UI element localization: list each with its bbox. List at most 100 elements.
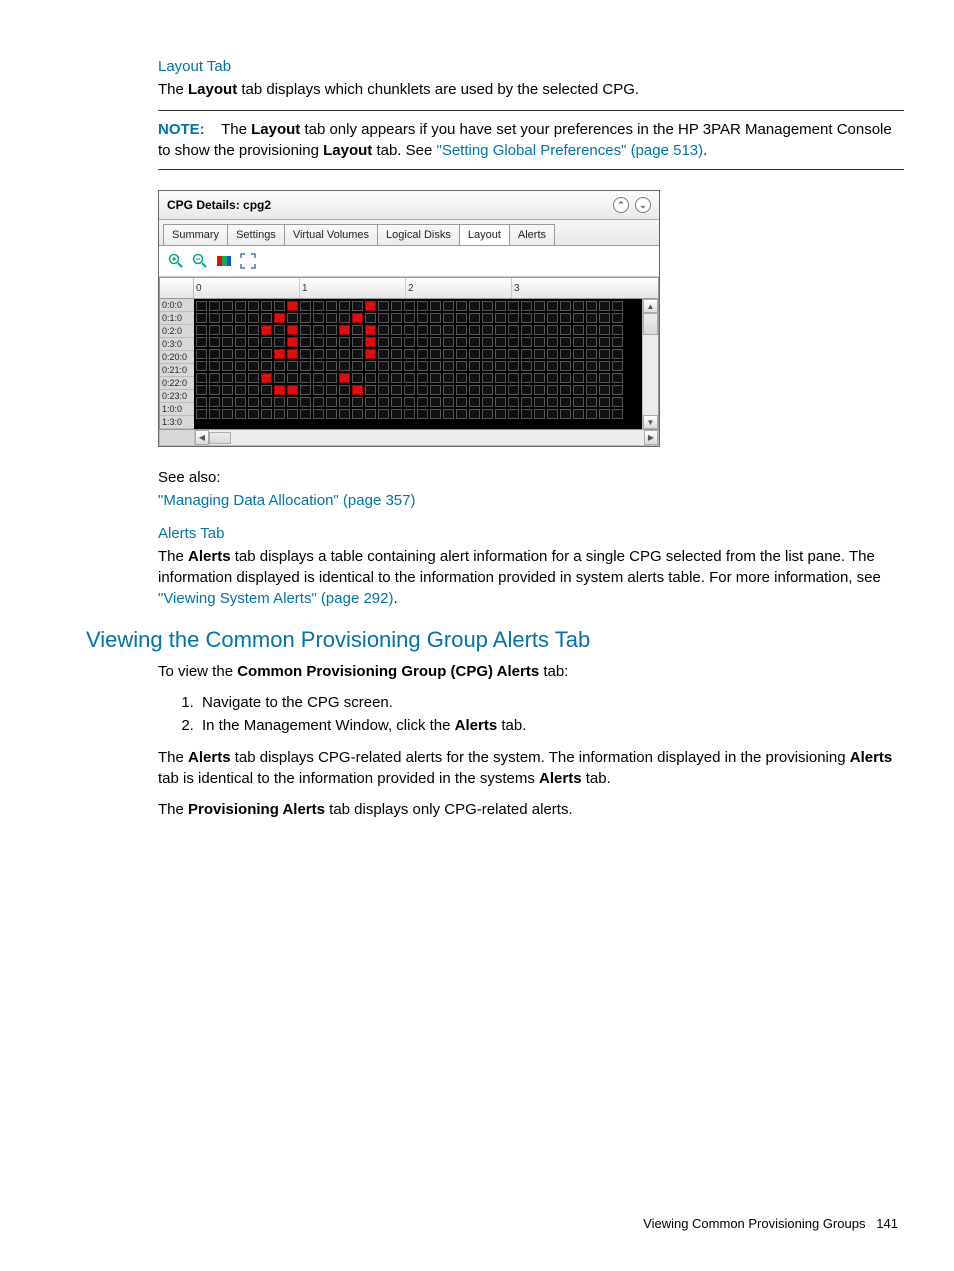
chunklet-cell[interactable] bbox=[222, 337, 233, 347]
chunklet-cell[interactable] bbox=[300, 313, 311, 323]
chunklet-cell[interactable] bbox=[599, 337, 610, 347]
chunklet-cell[interactable] bbox=[326, 349, 337, 359]
chunklet-cell[interactable] bbox=[469, 385, 480, 395]
chunklet-cell[interactable] bbox=[612, 337, 623, 347]
chunklet-cell[interactable] bbox=[339, 301, 350, 311]
chunklet-cell[interactable] bbox=[560, 349, 571, 359]
vertical-scrollbar[interactable]: ▲ ▼ bbox=[642, 299, 658, 429]
chunklet-cell[interactable] bbox=[313, 409, 324, 419]
tab-logical-disks[interactable]: Logical Disks bbox=[377, 224, 460, 245]
chunklet-cell[interactable] bbox=[469, 313, 480, 323]
chunklet-cell[interactable] bbox=[196, 385, 207, 395]
chunklet-cell[interactable] bbox=[313, 373, 324, 383]
chunklet-cell[interactable] bbox=[404, 313, 415, 323]
chunklet-cell[interactable] bbox=[326, 385, 337, 395]
chunklet-cell[interactable] bbox=[534, 373, 545, 383]
chunklet-cell[interactable] bbox=[300, 301, 311, 311]
tab-layout[interactable]: Layout bbox=[459, 224, 510, 245]
expand-corners-icon[interactable] bbox=[239, 252, 257, 270]
chunklet-cell[interactable] bbox=[326, 325, 337, 335]
chunklet-cell[interactable] bbox=[612, 361, 623, 371]
scroll-left-arrow-icon[interactable]: ◀ bbox=[195, 430, 209, 445]
chunklet-cell[interactable] bbox=[521, 301, 532, 311]
chunklet-cell[interactable] bbox=[404, 349, 415, 359]
chunklet-cell[interactable] bbox=[443, 313, 454, 323]
chunklet-cell[interactable] bbox=[365, 337, 376, 347]
chunklet-cell[interactable] bbox=[287, 337, 298, 347]
chunklet-cell[interactable] bbox=[261, 337, 272, 347]
chunklet-cell[interactable] bbox=[495, 301, 506, 311]
chunklet-cell[interactable] bbox=[430, 349, 441, 359]
chunklet-cell[interactable] bbox=[196, 373, 207, 383]
chunklet-cell[interactable] bbox=[547, 313, 558, 323]
chunklet-cell[interactable] bbox=[313, 385, 324, 395]
chunklet-cell[interactable] bbox=[287, 361, 298, 371]
chunklet-cell[interactable] bbox=[235, 337, 246, 347]
chunklet-cell[interactable] bbox=[300, 385, 311, 395]
see-also-link[interactable]: "Managing Data Allocation" (page 357) bbox=[158, 492, 415, 509]
chunklet-cell[interactable] bbox=[196, 313, 207, 323]
chunklet-cell[interactable] bbox=[560, 385, 571, 395]
chunklet-cell[interactable] bbox=[534, 361, 545, 371]
chunklet-cell[interactable] bbox=[443, 373, 454, 383]
chunklet-cell[interactable] bbox=[274, 409, 285, 419]
tab-summary[interactable]: Summary bbox=[163, 224, 228, 245]
chunklet-cell[interactable] bbox=[547, 349, 558, 359]
chunklet-cell[interactable] bbox=[339, 373, 350, 383]
chunklet-cell[interactable] bbox=[430, 325, 441, 335]
chunklet-cell[interactable] bbox=[547, 337, 558, 347]
chunklet-cell[interactable] bbox=[222, 361, 233, 371]
chunklet-cell[interactable] bbox=[534, 325, 545, 335]
chunklet-cell[interactable] bbox=[274, 385, 285, 395]
chunklet-cell[interactable] bbox=[404, 397, 415, 407]
chunklet-cell[interactable] bbox=[482, 361, 493, 371]
chunklet-cell[interactable] bbox=[300, 373, 311, 383]
chunklet-cell[interactable] bbox=[378, 325, 389, 335]
chunklet-cell[interactable] bbox=[391, 361, 402, 371]
chunklet-cell[interactable] bbox=[365, 361, 376, 371]
chunklet-cell[interactable] bbox=[274, 361, 285, 371]
chunklet-cell[interactable] bbox=[482, 313, 493, 323]
chunklet-cell[interactable] bbox=[534, 337, 545, 347]
chunklet-cell[interactable] bbox=[313, 325, 324, 335]
chunklet-cell[interactable] bbox=[261, 385, 272, 395]
chunklet-cell[interactable] bbox=[222, 301, 233, 311]
chunklet-cell[interactable] bbox=[248, 325, 259, 335]
chunklet-cell[interactable] bbox=[443, 397, 454, 407]
chunklet-cell[interactable] bbox=[339, 337, 350, 347]
chunklet-cell[interactable] bbox=[248, 409, 259, 419]
tab-settings[interactable]: Settings bbox=[227, 224, 285, 245]
scroll-thumb-h[interactable] bbox=[209, 432, 231, 444]
chunklet-cell[interactable] bbox=[573, 409, 584, 419]
chunklet-cell[interactable] bbox=[365, 325, 376, 335]
chunklet-cell[interactable] bbox=[456, 373, 467, 383]
chunklet-cell[interactable] bbox=[209, 337, 220, 347]
chunklet-cell[interactable] bbox=[521, 409, 532, 419]
chunklet-cell[interactable] bbox=[482, 325, 493, 335]
chunklet-cell[interactable] bbox=[443, 349, 454, 359]
chunklet-cell[interactable] bbox=[495, 313, 506, 323]
chunklet-cell[interactable] bbox=[508, 409, 519, 419]
chunklet-cell[interactable] bbox=[534, 385, 545, 395]
chunklet-cell[interactable] bbox=[235, 313, 246, 323]
collapse-icon[interactable]: ⌃ bbox=[613, 197, 629, 213]
chunklet-cell[interactable] bbox=[209, 301, 220, 311]
chunklet-cell[interactable] bbox=[508, 361, 519, 371]
chunklet-cell[interactable] bbox=[417, 409, 428, 419]
chunklet-cell[interactable] bbox=[352, 313, 363, 323]
chunklet-cell[interactable] bbox=[326, 397, 337, 407]
chunklet-cell[interactable] bbox=[209, 349, 220, 359]
chunklet-cell[interactable] bbox=[599, 313, 610, 323]
chunklet-cell[interactable] bbox=[352, 373, 363, 383]
chunklet-cell[interactable] bbox=[287, 373, 298, 383]
chunklet-cell[interactable] bbox=[573, 349, 584, 359]
chunklet-cell[interactable] bbox=[391, 313, 402, 323]
chunklet-cell[interactable] bbox=[612, 349, 623, 359]
chunklet-cell[interactable] bbox=[534, 409, 545, 419]
zoom-in-icon[interactable] bbox=[167, 252, 185, 270]
chunklet-cell[interactable] bbox=[339, 385, 350, 395]
chunklet-cell[interactable] bbox=[469, 361, 480, 371]
chunklet-cell[interactable] bbox=[391, 301, 402, 311]
chunklet-cell[interactable] bbox=[235, 361, 246, 371]
chunklet-cell[interactable] bbox=[261, 349, 272, 359]
